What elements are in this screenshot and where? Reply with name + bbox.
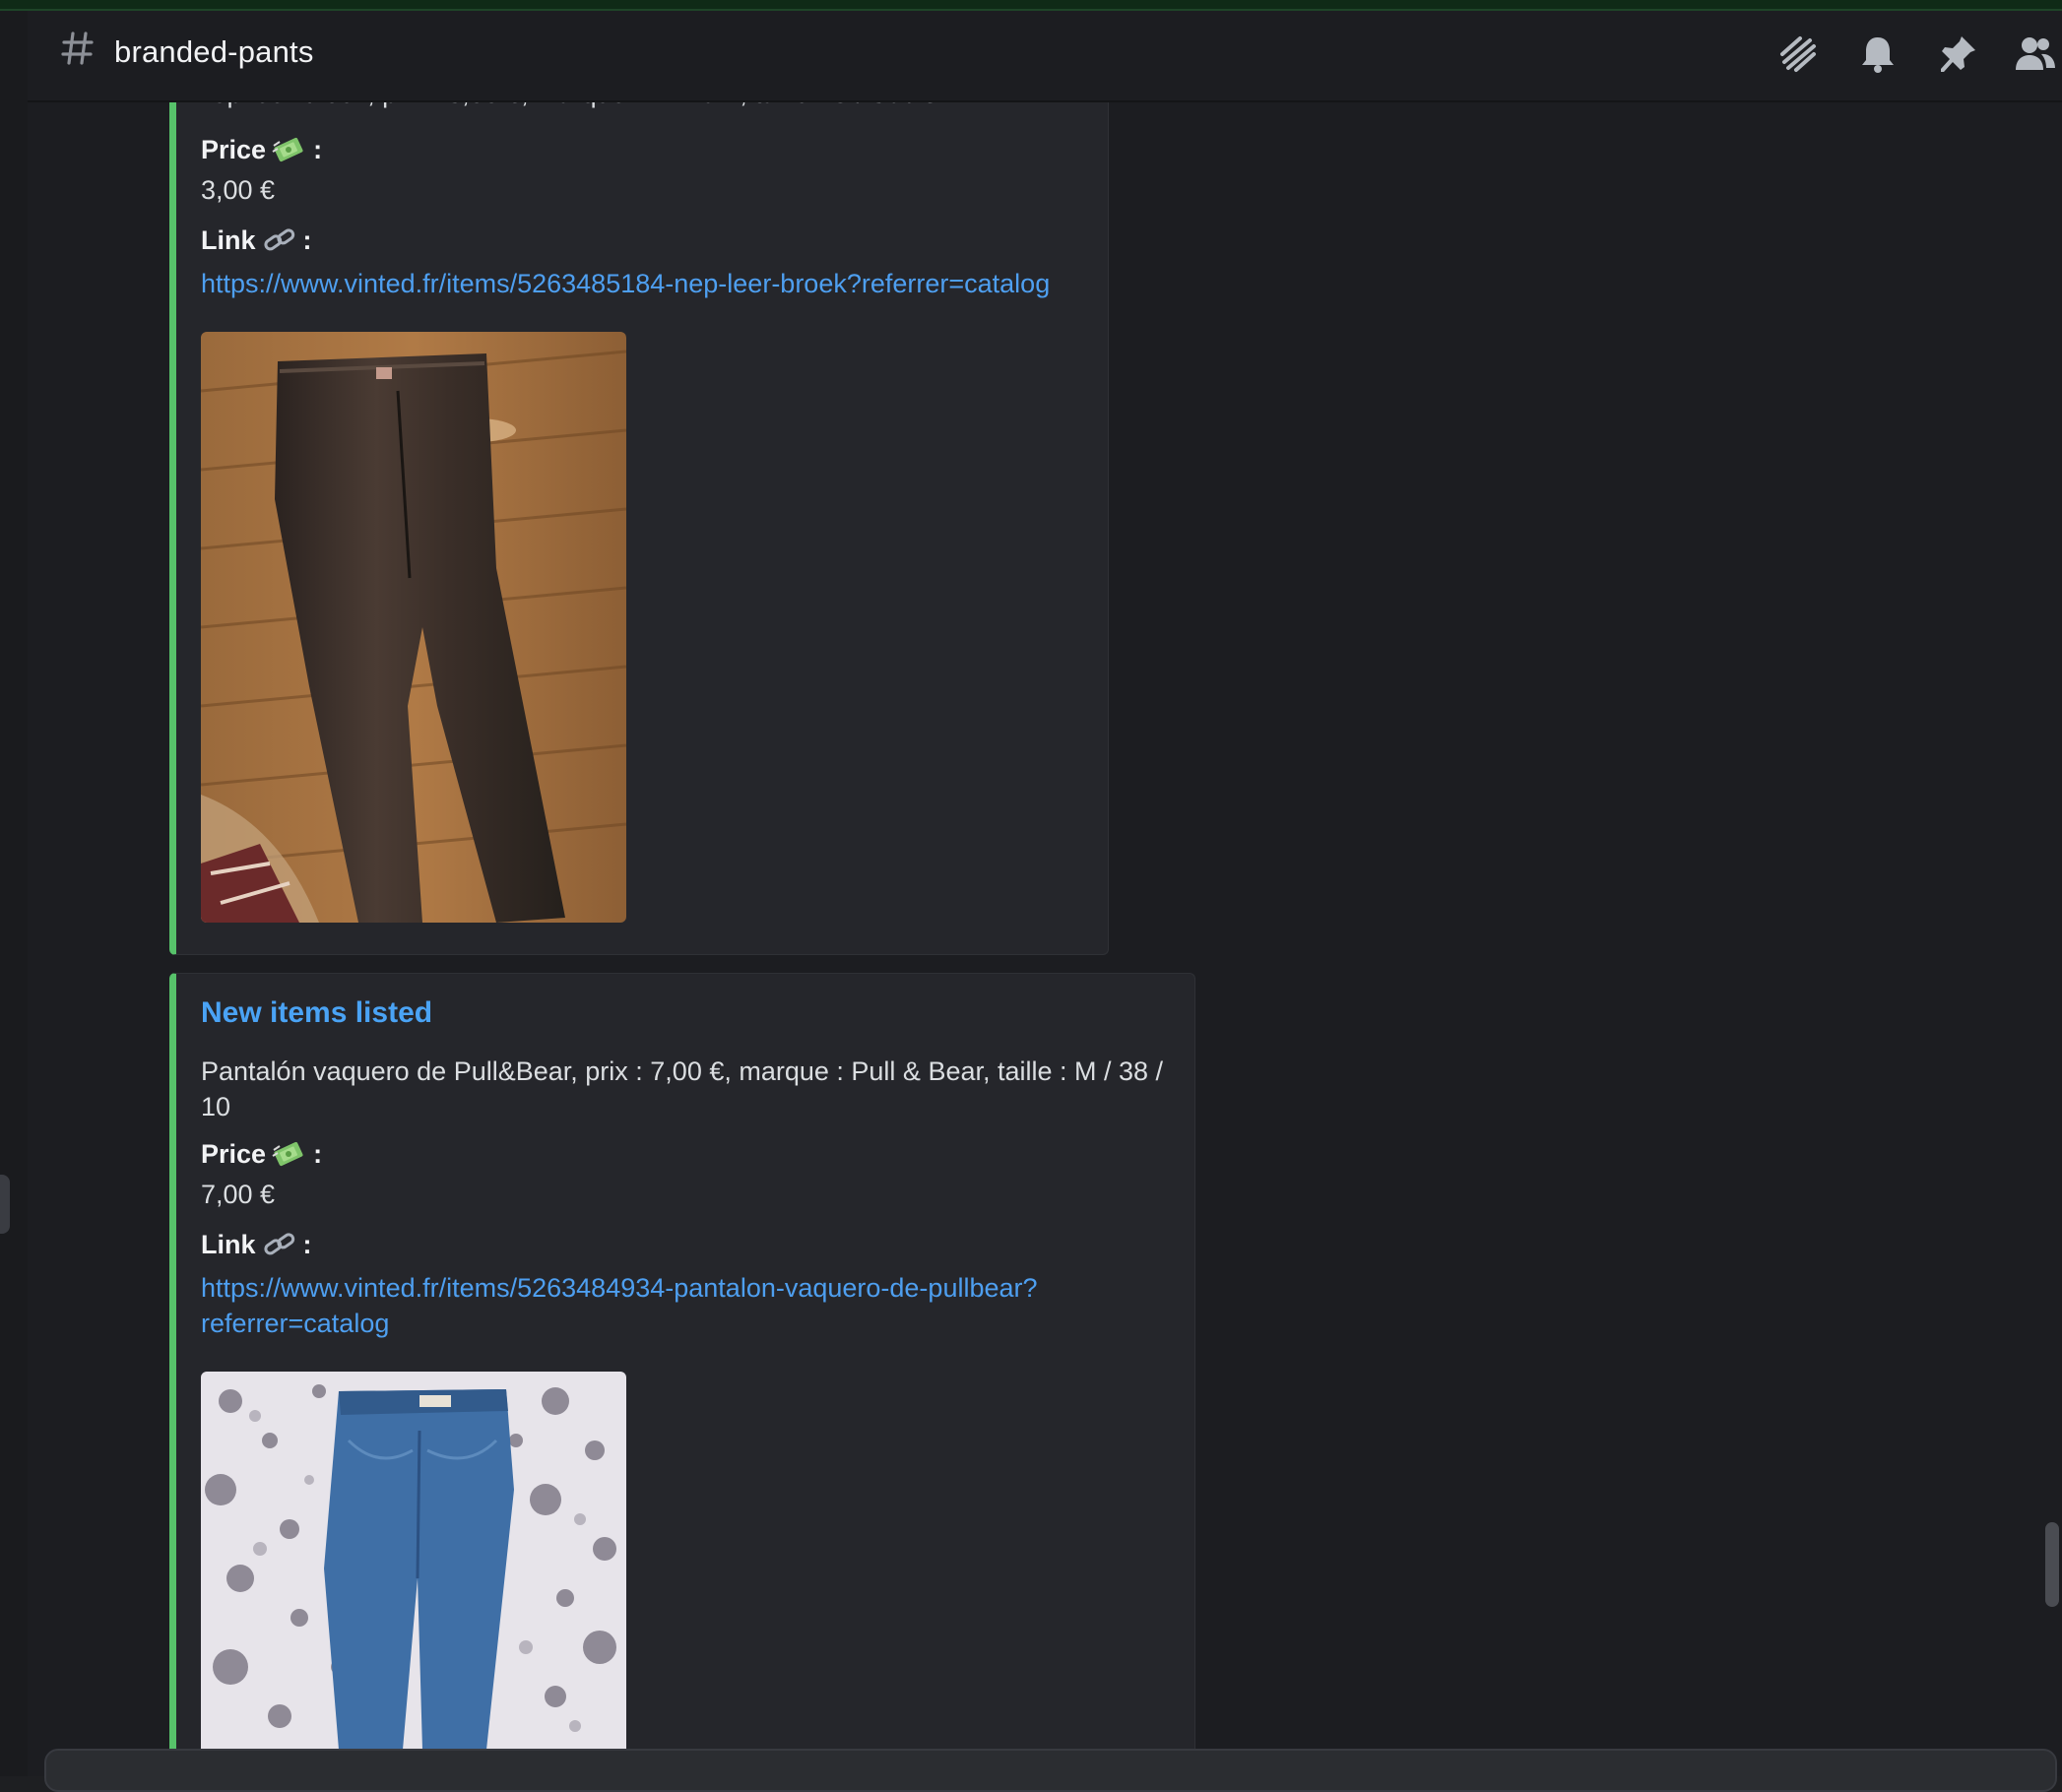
item-image[interactable]	[201, 1372, 626, 1750]
window-top-strip	[0, 0, 2062, 11]
members-icon[interactable]	[2014, 32, 2057, 76]
link-icon	[262, 224, 297, 256]
threads-icon[interactable]	[1776, 32, 1820, 76]
link-label: Link	[201, 224, 256, 255]
price-field-name: Price :	[201, 134, 322, 165]
embed-description-line1: Pantalón vaquero de Pull&Bear, prix : 7,…	[201, 1056, 1164, 1086]
item-image[interactable]	[201, 332, 626, 923]
money-with-wings-icon	[272, 134, 307, 165]
server-sidebar-edge	[0, 11, 28, 1776]
price-value: 7,00 €	[201, 1180, 276, 1209]
price-sep: :	[313, 134, 323, 164]
money-with-wings-icon	[272, 1138, 307, 1170]
text-channel-icon	[58, 29, 97, 68]
item-link-line2[interactable]: referrer=catalog	[201, 1306, 389, 1341]
channel-name: branded-pants	[114, 34, 314, 69]
link-field-name: Link :	[201, 224, 312, 256]
price-label: Price	[201, 134, 267, 164]
item-link-line1[interactable]: https://www.vinted.fr/items/5263484934-p…	[201, 1270, 1038, 1306]
price-label: Price	[201, 1138, 267, 1169]
bell-icon[interactable]	[1856, 32, 1900, 76]
pin-icon[interactable]	[1936, 32, 1979, 76]
link-field-name: Link :	[201, 1229, 312, 1260]
price-value: 3,00 €	[201, 175, 276, 205]
channel-header: branded-pants	[28, 11, 2062, 102]
price-sep: :	[313, 1138, 323, 1169]
item-link[interactable]: https://www.vinted.fr/items/5263485184-n…	[201, 266, 1050, 301]
embed-description-line2: 10	[201, 1092, 231, 1121]
link-sep: :	[302, 1229, 312, 1259]
link-icon	[262, 1229, 297, 1260]
message-composer[interactable]	[44, 1749, 2057, 1792]
link-label: Link	[201, 1229, 256, 1259]
price-field-name: Price :	[201, 1138, 322, 1170]
scrollbar-thumb[interactable]	[2045, 1522, 2059, 1607]
link-sep: :	[302, 224, 312, 255]
server-indicator[interactable]	[0, 1175, 10, 1234]
embed-title[interactable]: New items listed	[201, 996, 432, 1030]
